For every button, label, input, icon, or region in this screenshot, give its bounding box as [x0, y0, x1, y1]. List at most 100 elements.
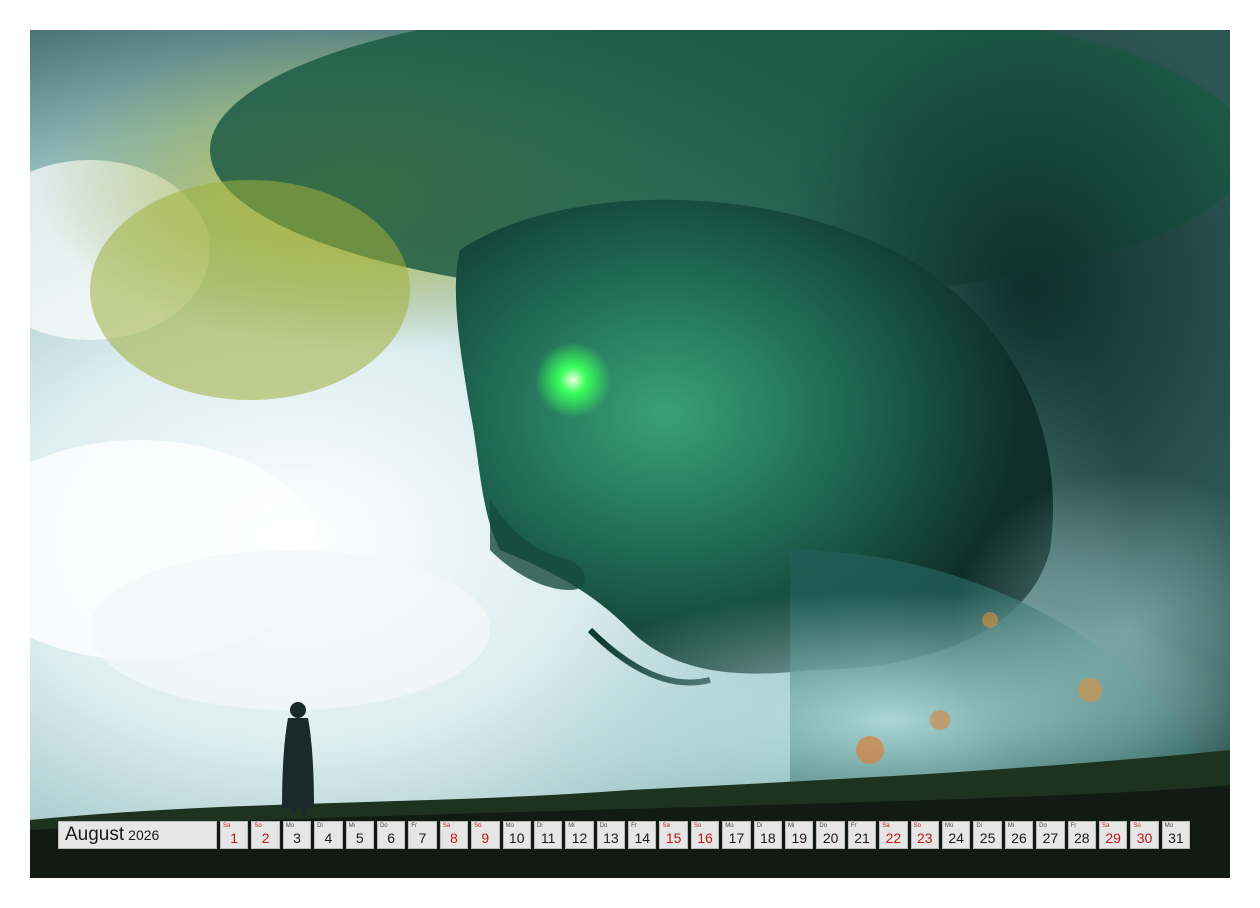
day-number: 13	[603, 830, 619, 846]
day-cell: Sa 22	[879, 821, 908, 849]
weekday-label: Mi	[1007, 823, 1015, 829]
day-cell: Di 18	[753, 821, 783, 849]
weekday-label: So	[1133, 823, 1141, 829]
day-cell: Do 27	[1036, 821, 1065, 849]
weekday-label: Di	[536, 823, 543, 829]
day-number: 26	[1011, 830, 1027, 846]
weekday-label: Do	[1039, 823, 1047, 829]
weekday-label: So	[913, 823, 921, 829]
day-number: 25	[979, 830, 996, 846]
weekday-label: Di	[756, 823, 763, 829]
day-cell: Mo 24	[941, 821, 971, 849]
day-number: 20	[822, 830, 839, 846]
day-number: 19	[791, 830, 808, 846]
day-number: 1	[230, 830, 239, 846]
day-cell: Di 4	[314, 821, 343, 849]
day-cell: Do 13	[596, 821, 626, 849]
day-number: 7	[418, 830, 427, 846]
day-cell: Mi 19	[785, 821, 814, 849]
weekday-label: Sa	[1101, 823, 1110, 829]
calendar-artwork	[30, 30, 1230, 878]
day-cell: Fr 21	[847, 821, 877, 849]
day-cell: Mo 17	[722, 821, 751, 849]
day-number: 12	[571, 830, 588, 846]
day-cell: Do 6	[376, 821, 406, 849]
day-number: 5	[355, 830, 364, 846]
day-number: 18	[760, 830, 776, 846]
weekday-label: Sa	[223, 823, 231, 829]
day-cell: Fr 28	[1067, 821, 1096, 849]
day-cell: So 2	[251, 821, 280, 849]
weekday-label: So	[254, 823, 262, 829]
weekday-label: Mo	[285, 823, 295, 829]
weekday-label: So	[474, 823, 482, 829]
day-cell: Di 25	[973, 821, 1002, 849]
month-label-box: August 2026	[58, 821, 217, 849]
day-number: 17	[728, 830, 745, 846]
day-cell: Mo 3	[282, 821, 312, 849]
weekday-label: So	[693, 823, 702, 829]
day-cell: So 9	[471, 821, 500, 849]
weekday-label: Fr	[631, 823, 637, 829]
month-name: August	[65, 824, 125, 845]
weekday-label: Mo	[725, 823, 734, 829]
day-number: 14	[634, 830, 651, 846]
day-number: 22	[885, 830, 902, 846]
tree-giant-illustration	[30, 30, 1230, 878]
day-cell: Mi 26	[1004, 821, 1034, 849]
day-cell: Sa 15	[659, 821, 688, 849]
weekday-label: Mi	[788, 823, 795, 829]
day-cell: Fr 14	[628, 821, 657, 849]
glowing-eye-icon	[535, 342, 611, 418]
weekday-label: Sa	[882, 823, 890, 829]
day-number: 29	[1105, 830, 1121, 846]
day-number: 2	[261, 830, 270, 846]
weekday-label: Fr	[1070, 823, 1077, 829]
day-number: 27	[1042, 830, 1059, 846]
weekday-label: Mi	[568, 823, 575, 829]
day-cell: So 16	[690, 821, 720, 849]
day-cell: Mo 10	[502, 821, 531, 849]
day-cell: Do 20	[816, 821, 845, 849]
day-cell: Mi 5	[345, 821, 374, 849]
day-number: 6	[387, 830, 396, 846]
weekday-label: Do	[379, 823, 388, 829]
day-number: 8	[450, 830, 458, 846]
weekday-label: Mi	[348, 823, 355, 829]
day-number: 3	[293, 830, 301, 846]
day-number: 23	[917, 830, 933, 846]
weekday-label: Mo	[944, 823, 954, 829]
day-number: 15	[665, 830, 682, 846]
weekday-label: Di	[976, 823, 983, 829]
weekday-label: Do	[599, 823, 608, 829]
day-number: 21	[854, 830, 870, 846]
day-cell: Di 11	[533, 821, 563, 849]
weekday-label: Mo	[505, 823, 514, 829]
day-number: 24	[948, 830, 964, 846]
day-number: 16	[697, 830, 713, 846]
day-cell: Fr 7	[408, 821, 437, 849]
weekday-label: Sa	[442, 823, 451, 829]
day-cell: So 30	[1130, 821, 1159, 849]
day-number: 30	[1136, 830, 1153, 846]
day-cell: Mi 12	[565, 821, 594, 849]
weekday-label: Di	[317, 823, 323, 829]
day-cell: Sa 1	[220, 821, 249, 849]
calendar-strip: August 2026 Sa 1 So 2 Mo 3 Di 4 Mi 5 Do 6 Fr 7 Sa 8 So 9 M…	[58, 821, 1191, 851]
day-cell: Mo 31	[1161, 821, 1191, 849]
day-cell: Sa 29	[1098, 821, 1128, 849]
day-cell: Sa 8	[439, 821, 469, 849]
day-number: 4	[324, 830, 333, 846]
day-number: 31	[1168, 830, 1184, 846]
year: 2026	[128, 827, 160, 843]
weekday-label: Do	[819, 823, 828, 829]
day-cell: So 23	[910, 821, 939, 849]
day-number: 11	[540, 830, 556, 846]
day-number: 28	[1073, 830, 1090, 846]
weekday-label: Sa	[662, 823, 670, 829]
weekday-label: Fr	[850, 823, 857, 829]
weekday-label: Fr	[411, 823, 418, 829]
day-number: 10	[508, 830, 525, 846]
day-number: 9	[481, 830, 490, 846]
weekday-label: Mo	[1164, 823, 1174, 829]
